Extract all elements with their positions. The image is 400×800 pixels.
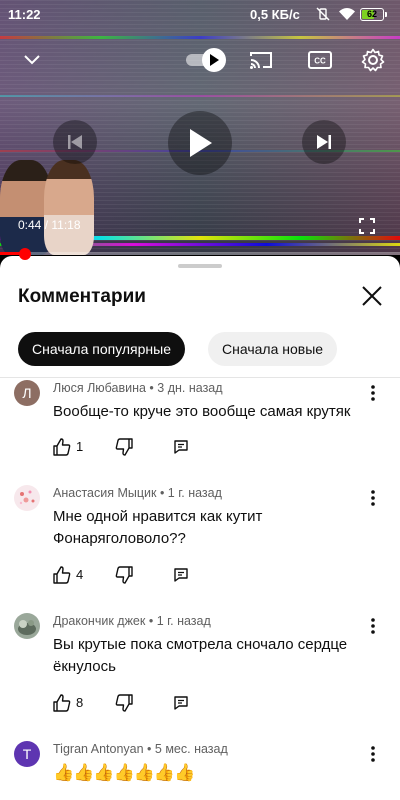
wifi-icon	[339, 6, 355, 22]
video-person-girl	[44, 160, 94, 255]
settings-gear-icon[interactable]	[360, 47, 386, 73]
comment-meta: Tigran Antonyan • 5 мес. назад	[53, 742, 228, 756]
dislike-button[interactable]	[115, 437, 133, 457]
comment-actions: 1	[53, 437, 213, 457]
comment-text: Мне одной нравится как кутит Фонаряголов…	[53, 508, 263, 547]
fullscreen-icon[interactable]	[356, 216, 378, 236]
time-current: 0:44	[18, 218, 42, 232]
comment-more-button[interactable]	[362, 613, 384, 639]
close-comments-button[interactable]	[358, 282, 386, 310]
thumbs-down-icon	[115, 694, 133, 712]
meta-separator: •	[143, 742, 155, 756]
time-total: 11:18	[51, 218, 81, 232]
svg-text:CC: CC	[314, 57, 326, 66]
avatar[interactable]	[14, 613, 40, 639]
play-button[interactable]	[168, 111, 232, 175]
video-glitch-stripe	[0, 36, 400, 39]
play-icon	[190, 129, 212, 157]
comment-more-button[interactable]	[362, 741, 384, 767]
like-button[interactable]	[53, 565, 71, 585]
comment-meta: Дракончик джек • 1 г. назад	[53, 614, 211, 628]
more-vertical-icon	[371, 746, 375, 762]
autoplay-toggle[interactable]	[186, 48, 228, 72]
comments-title: Комментарии	[18, 286, 146, 307]
avatar-letter: T	[22, 746, 32, 762]
comment-actions: 4	[53, 565, 213, 585]
thumbs-up-icon	[53, 438, 71, 456]
meta-separator: •	[156, 486, 168, 500]
comments-panel: Комментарии Сначала популярные Сначала н…	[0, 256, 400, 800]
avatar-letter: Л	[22, 385, 32, 401]
thumbs-up-icon	[53, 694, 71, 712]
comment-age: 1 г. назад	[167, 486, 222, 500]
thumbs-down-icon	[115, 438, 133, 456]
video-glitch-stripe	[0, 95, 400, 97]
cast-icon[interactable]	[248, 48, 274, 72]
filter-chip-newest[interactable]: Сначала новые	[208, 332, 338, 366]
progress-track[interactable]	[0, 252, 400, 255]
avatar-image	[18, 620, 36, 635]
meta-separator: •	[145, 381, 158, 395]
comment-author[interactable]: Дракончик джек	[53, 614, 145, 628]
previous-icon	[68, 135, 82, 149]
comment-author[interactable]: Люся Любавина	[53, 381, 146, 395]
comment-text: 👍👍👍👍👍👍👍	[53, 763, 195, 782]
comment-more-button[interactable]	[362, 380, 384, 406]
close-icon	[362, 286, 382, 306]
divider	[0, 377, 400, 378]
comment-text: Вы крутые пока смотрела сночало сердце ё…	[53, 636, 348, 675]
next-video-button[interactable]	[302, 120, 346, 164]
video-time: 0:44 / 11:18	[18, 218, 81, 232]
avatar-image	[19, 490, 35, 505]
comment-author[interactable]: Tigran Antonyan	[53, 742, 144, 756]
filter-chip-top[interactable]: Сначала популярные	[18, 332, 186, 366]
comment-text: Вообще-то круче это вообще самая крутяк	[53, 403, 351, 420]
time-separator: /	[41, 218, 52, 232]
vibrate-off-icon	[316, 6, 330, 22]
dislike-button[interactable]	[115, 693, 133, 713]
comment-meta: Анастасия Мыцик • 1 г. назад	[53, 486, 222, 500]
more-vertical-icon	[371, 618, 375, 634]
collapse-chevron-icon[interactable]	[20, 48, 44, 72]
next-icon	[317, 135, 331, 149]
reply-button[interactable]	[173, 565, 189, 585]
reply-icon	[174, 440, 188, 454]
reply-icon	[174, 568, 188, 582]
reply-icon	[174, 696, 188, 710]
thumbs-up-icon	[53, 566, 71, 584]
like-button[interactable]	[53, 693, 71, 713]
status-bar: 11:22 0,5 КБ/с 62	[0, 0, 400, 30]
avatar[interactable]: Л	[14, 380, 40, 406]
network-speed: 0,5 КБ/с	[250, 7, 300, 22]
comment-age: 5 мес. назад	[154, 742, 228, 756]
autoplay-play-icon	[202, 48, 226, 72]
battery-icon: 62	[360, 8, 387, 21]
thumbs-down-icon	[115, 566, 133, 584]
captions-icon[interactable]: CC	[307, 48, 333, 72]
like-count: 1	[76, 439, 84, 454]
reply-button[interactable]	[173, 693, 189, 713]
progress-scrubber[interactable]	[19, 248, 31, 260]
comment-age: 3 дн. назад	[157, 381, 223, 395]
status-time: 11:22	[8, 7, 41, 22]
comment-actions: 8	[53, 693, 213, 713]
more-vertical-icon	[371, 490, 375, 506]
reply-button[interactable]	[173, 437, 189, 457]
meta-separator: •	[145, 614, 157, 628]
like-count: 8	[76, 695, 84, 710]
battery-level: 62	[366, 9, 377, 19]
comment-meta: Люся Любавина • 3 дн. назад	[53, 381, 223, 395]
more-vertical-icon	[371, 385, 375, 401]
like-count: 4	[76, 567, 84, 582]
like-button[interactable]	[53, 437, 71, 457]
drag-handle[interactable]	[178, 264, 222, 268]
avatar[interactable]	[14, 485, 40, 511]
video-player[interactable]: CC 0:44 / 11:18	[0, 0, 400, 255]
comment-author[interactable]: Анастасия Мыцик	[53, 486, 156, 500]
comment-age: 1 г. назад	[156, 614, 211, 628]
previous-video-button[interactable]	[53, 120, 97, 164]
avatar[interactable]: T	[14, 741, 40, 767]
dislike-button[interactable]	[115, 565, 133, 585]
comment-more-button[interactable]	[362, 485, 384, 511]
